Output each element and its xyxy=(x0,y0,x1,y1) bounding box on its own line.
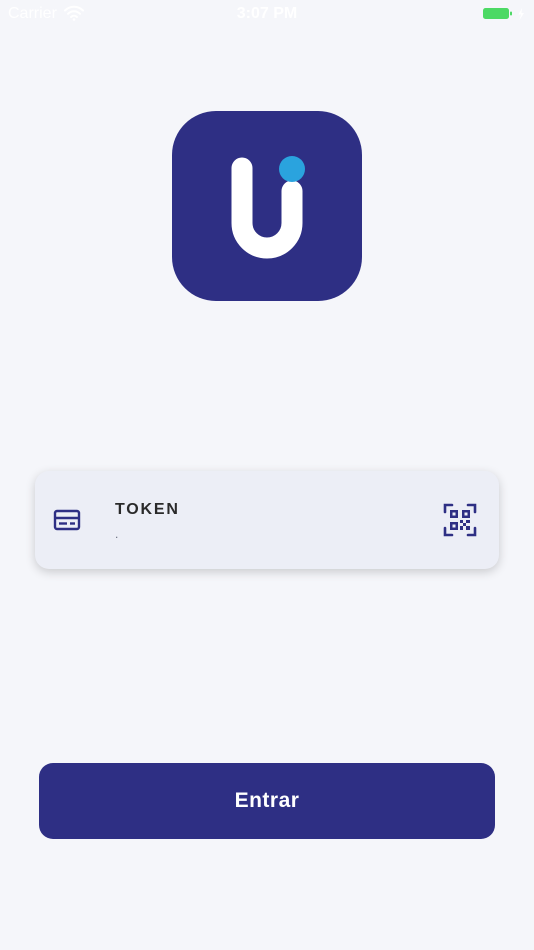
battery-charging-icon xyxy=(483,8,524,20)
status-time: 3:07 PM xyxy=(236,5,298,22)
qr-code-icon[interactable] xyxy=(443,503,477,537)
token-input[interactable]: . xyxy=(115,527,118,541)
status-bar: Carrier 3:07 PM xyxy=(0,0,534,28)
token-label: TOKEN xyxy=(115,501,180,518)
app-logo xyxy=(172,111,362,301)
id-card-icon xyxy=(53,509,81,531)
enter-button[interactable]: Entrar xyxy=(39,763,495,839)
app-logo-icon xyxy=(231,156,305,259)
token-field[interactable]: TOKEN . xyxy=(35,471,499,569)
